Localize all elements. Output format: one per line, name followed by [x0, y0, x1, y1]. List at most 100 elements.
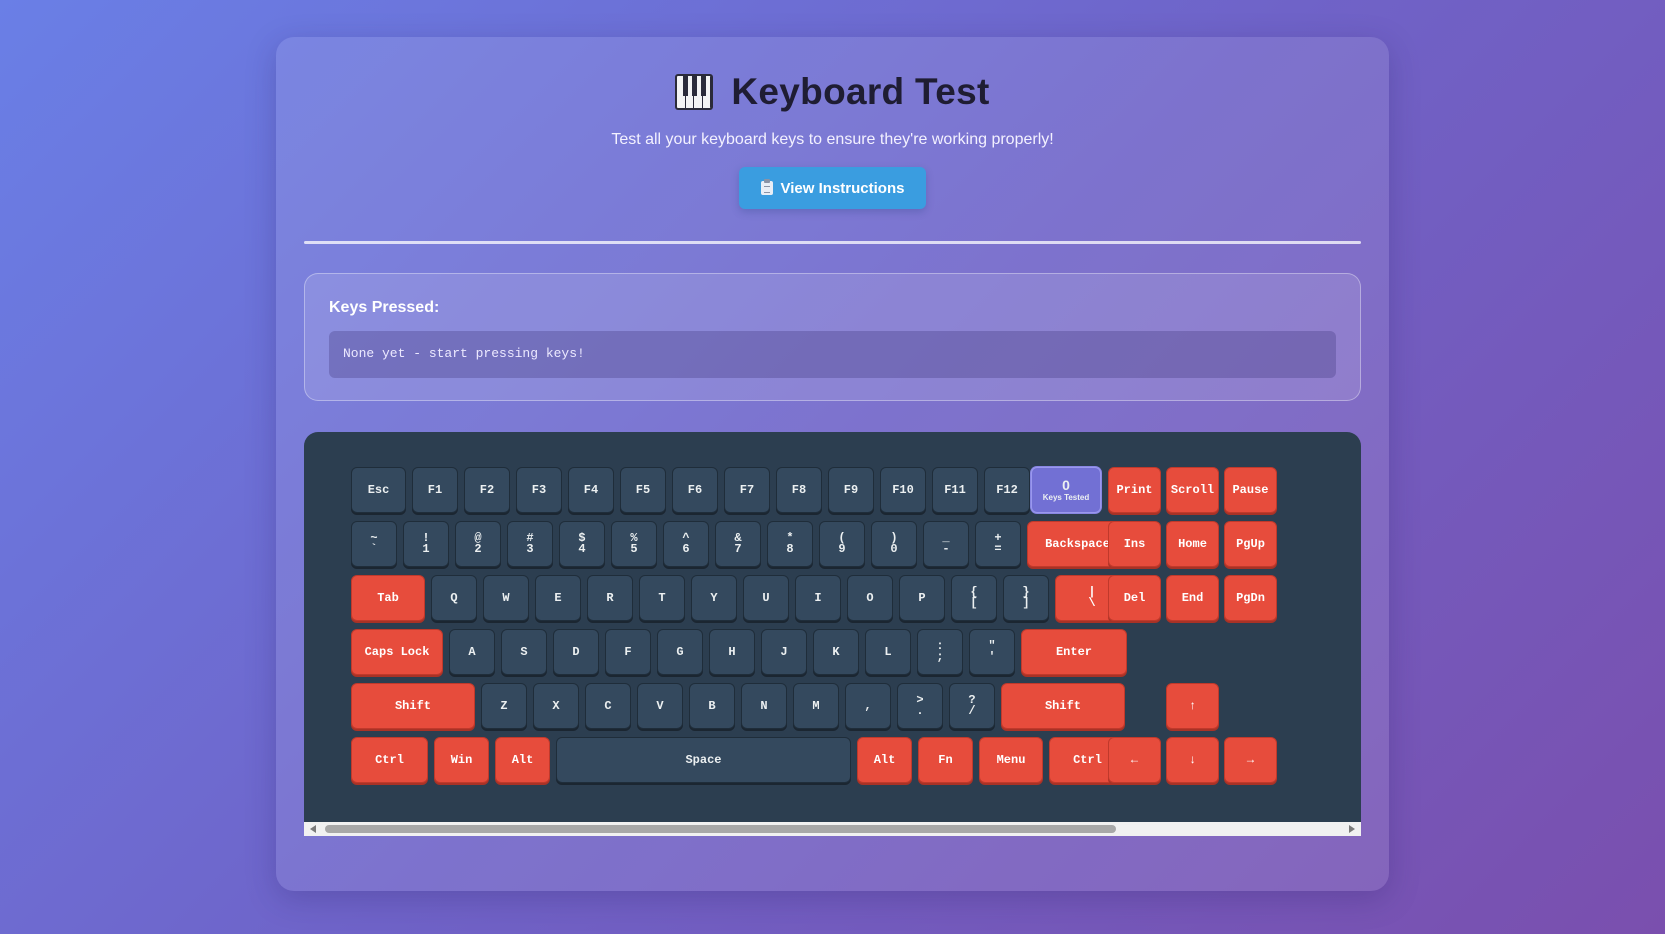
- key-0[interactable]: ) 0: [871, 521, 917, 567]
- key-label: 0: [890, 542, 898, 556]
- arrow-right-key[interactable]: →: [1224, 737, 1277, 783]
- key-s[interactable]: S: [501, 629, 547, 675]
- key-4[interactable]: $4: [559, 521, 605, 567]
- key-h[interactable]: H: [709, 629, 755, 675]
- key-label: \: [1088, 596, 1096, 610]
- key-e[interactable]: E: [535, 575, 581, 621]
- key-symbol[interactable]: :;: [917, 629, 963, 675]
- key-q[interactable]: Q: [431, 575, 477, 621]
- key-del[interactable]: Del: [1108, 575, 1161, 621]
- key-symbol[interactable]: " ': [969, 629, 1015, 675]
- key-7[interactable]: & 7: [715, 521, 761, 567]
- key-symbol[interactable]: {[: [951, 575, 997, 621]
- key-symbol[interactable]: ,: [845, 683, 891, 729]
- key-8[interactable]: * 8: [767, 521, 813, 567]
- key-space[interactable]: Space: [556, 737, 851, 783]
- key-f4[interactable]: F4: [568, 467, 614, 513]
- key-ctrl[interactable]: Ctrl: [351, 737, 428, 783]
- key-shift[interactable]: Shift: [1001, 683, 1125, 729]
- key-fn[interactable]: Fn: [918, 737, 973, 783]
- key-p[interactable]: P: [899, 575, 945, 621]
- key-label: P: [918, 590, 926, 605]
- key-c[interactable]: C: [585, 683, 631, 729]
- key-b[interactable]: B: [689, 683, 735, 729]
- key-label: B: [708, 698, 716, 713]
- key-print[interactable]: Print: [1108, 467, 1161, 513]
- key-l[interactable]: L: [865, 629, 911, 675]
- key-enter[interactable]: Enter: [1021, 629, 1127, 675]
- key-m[interactable]: M: [793, 683, 839, 729]
- key-1[interactable]: ! 1: [403, 521, 449, 567]
- key-f11[interactable]: F11: [932, 467, 978, 513]
- key-f7[interactable]: F7: [724, 467, 770, 513]
- key-a[interactable]: A: [449, 629, 495, 675]
- key-label: /: [968, 704, 976, 718]
- key-3[interactable]: #3: [507, 521, 553, 567]
- key-symbol[interactable]: _ -: [923, 521, 969, 567]
- key-pause[interactable]: Pause: [1224, 467, 1277, 513]
- key-z[interactable]: Z: [481, 683, 527, 729]
- key-symbol[interactable]: >.: [897, 683, 943, 729]
- key-t[interactable]: T: [639, 575, 685, 621]
- key-k[interactable]: K: [813, 629, 859, 675]
- key-symbol[interactable]: }]: [1003, 575, 1049, 621]
- key-f2[interactable]: F2: [464, 467, 510, 513]
- key-u[interactable]: U: [743, 575, 789, 621]
- key-symbol[interactable]: ~ `: [351, 521, 397, 567]
- key-shift[interactable]: Shift: [351, 683, 475, 729]
- key-f9[interactable]: F9: [828, 467, 874, 513]
- arrow-down-key[interactable]: ↓: [1166, 737, 1219, 783]
- horizontal-scrollbar[interactable]: [304, 822, 1361, 836]
- key-symbol[interactable]: ? /: [949, 683, 995, 729]
- view-instructions-button[interactable]: View Instructions: [738, 167, 927, 209]
- key-v[interactable]: V: [637, 683, 683, 729]
- key-f10[interactable]: F10: [880, 467, 926, 513]
- key-f8[interactable]: F8: [776, 467, 822, 513]
- key-x[interactable]: X: [533, 683, 579, 729]
- key-6[interactable]: ^ 6: [663, 521, 709, 567]
- key-f1[interactable]: F1: [412, 467, 458, 513]
- key-j[interactable]: J: [761, 629, 807, 675]
- key-label: L: [884, 644, 892, 659]
- key-pgdn[interactable]: PgDn: [1224, 575, 1277, 621]
- key-2[interactable]: @2: [455, 521, 501, 567]
- key-menu[interactable]: Menu: [979, 737, 1043, 783]
- scroll-right-arrow-icon[interactable]: [1349, 825, 1355, 833]
- key-f5[interactable]: F5: [620, 467, 666, 513]
- key-scroll[interactable]: Scroll: [1166, 467, 1219, 513]
- keys-pressed-display: None yet - start pressing keys!: [329, 331, 1336, 378]
- key-label: F4: [583, 482, 599, 497]
- key-w[interactable]: W: [483, 575, 529, 621]
- key-f12[interactable]: F12: [984, 467, 1030, 513]
- key-ins[interactable]: Ins: [1108, 521, 1161, 567]
- key-label: F11: [944, 482, 966, 497]
- key-win[interactable]: Win: [434, 737, 489, 783]
- key-end[interactable]: End: [1166, 575, 1219, 621]
- scrollbar-thumb[interactable]: [325, 825, 1116, 833]
- key-f3[interactable]: F3: [516, 467, 562, 513]
- key-alt[interactable]: Alt: [857, 737, 912, 783]
- key-label: 1: [422, 542, 430, 556]
- key-tab[interactable]: Tab: [351, 575, 425, 621]
- key-o[interactable]: O: [847, 575, 893, 621]
- key-f[interactable]: F: [605, 629, 651, 675]
- key-i[interactable]: I: [795, 575, 841, 621]
- key-5[interactable]: % 5: [611, 521, 657, 567]
- scroll-left-arrow-icon[interactable]: [310, 825, 316, 833]
- key-pgup[interactable]: PgUp: [1224, 521, 1277, 567]
- key-caps-lock[interactable]: Caps Lock: [351, 629, 443, 675]
- arrow-up-key[interactable]: ↑: [1166, 683, 1219, 729]
- key-g[interactable]: G: [657, 629, 703, 675]
- arrow-left-key[interactable]: ←: [1108, 737, 1161, 783]
- key-label: -: [942, 542, 950, 556]
- key-y[interactable]: Y: [691, 575, 737, 621]
- key-esc[interactable]: Esc: [351, 467, 406, 513]
- key-r[interactable]: R: [587, 575, 633, 621]
- key-home[interactable]: Home: [1166, 521, 1219, 567]
- key-d[interactable]: D: [553, 629, 599, 675]
- key-symbol[interactable]: + =: [975, 521, 1021, 567]
- key-9[interactable]: (9: [819, 521, 865, 567]
- key-alt[interactable]: Alt: [495, 737, 550, 783]
- key-f6[interactable]: F6: [672, 467, 718, 513]
- key-n[interactable]: N: [741, 683, 787, 729]
